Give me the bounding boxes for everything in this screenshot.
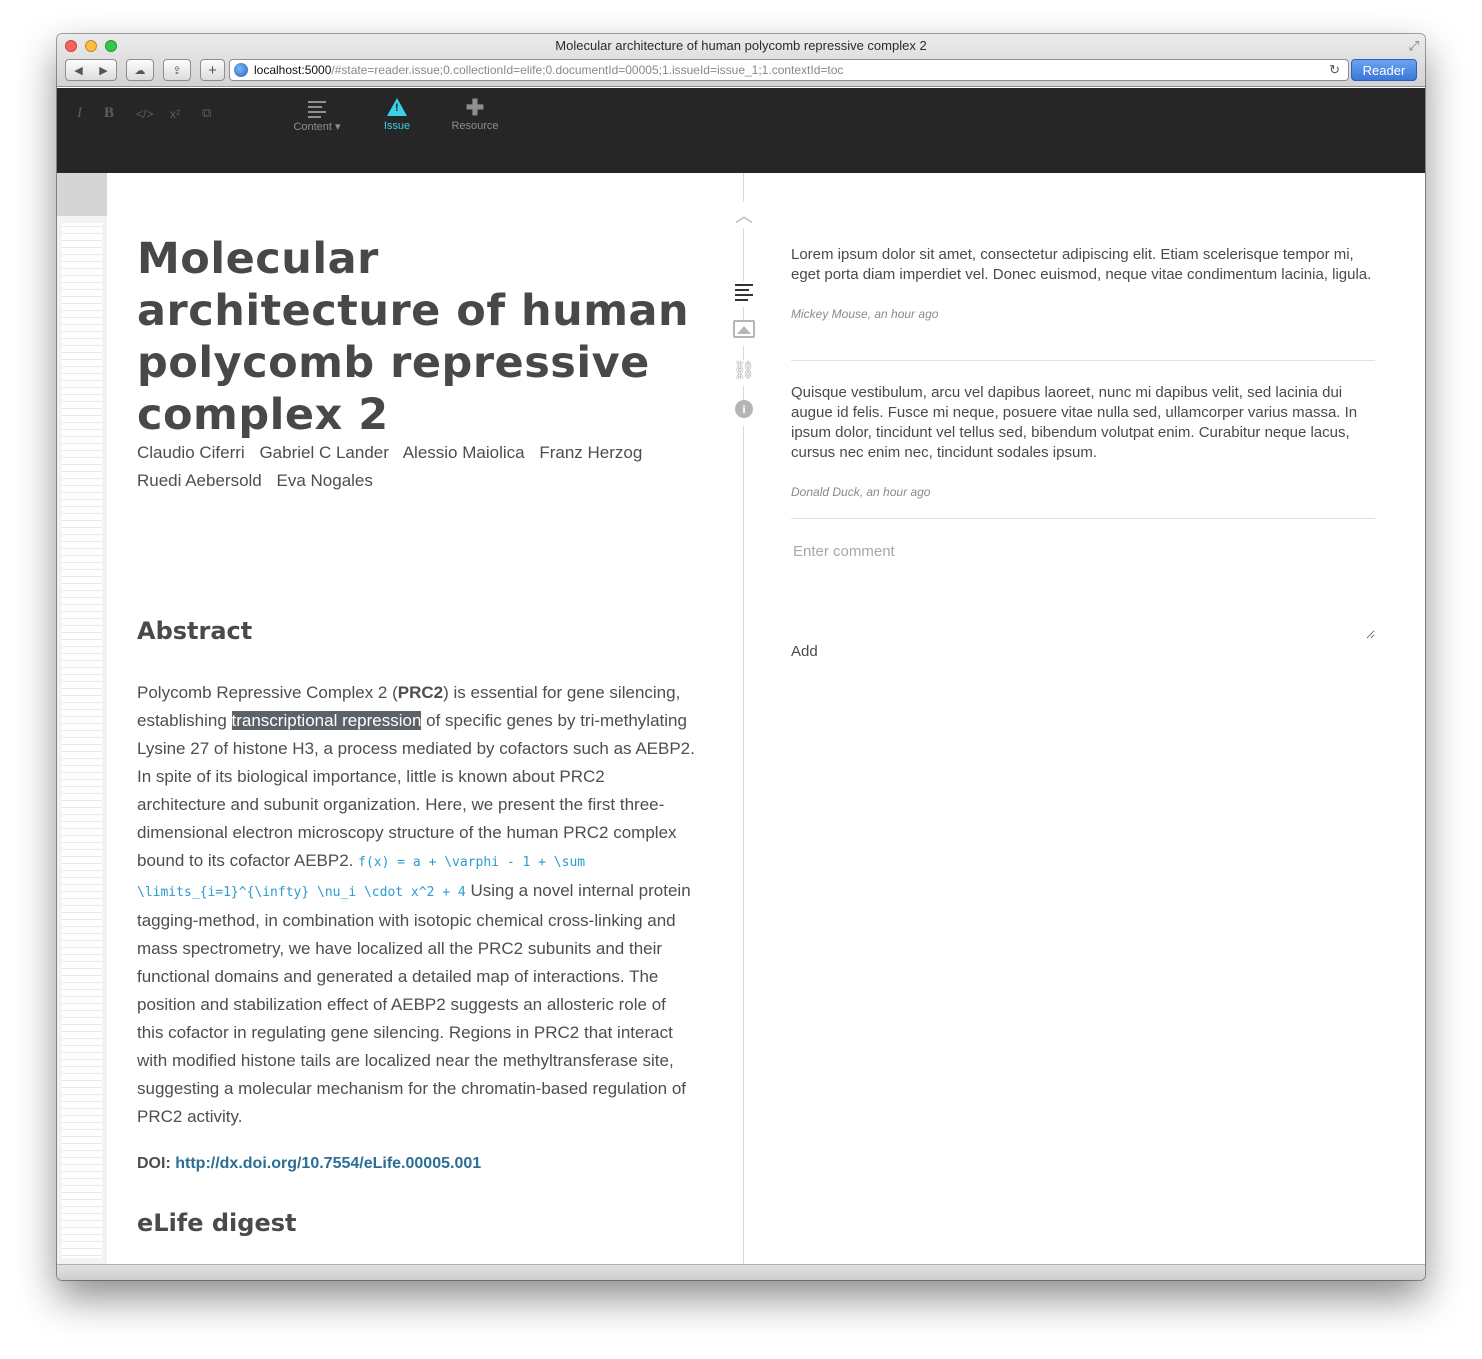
content-lines-icon <box>282 98 352 118</box>
abstract-paragraph[interactable]: Polycomb Repressive Complex 2 (PRC2) is … <box>137 679 697 1131</box>
cloud-icon: ☁ <box>134 64 146 77</box>
chevron-up-icon[interactable]: ︿ <box>729 202 759 228</box>
minimap-lines <box>62 223 102 1258</box>
add-bookmark-button[interactable]: + <box>200 59 225 81</box>
reader-button[interactable]: Reader <box>1351 59 1417 81</box>
author-list: Claudio Ciferri Gabriel C Lander Alessio… <box>137 439 697 495</box>
superscript-button[interactable]: x² <box>170 107 180 121</box>
author[interactable]: Claudio Ciferri <box>137 443 245 462</box>
editor-toolbar: I B </> x² ⧉ Content ▾ ! Issue ✚ Resourc… <box>57 88 1425 173</box>
warning-icon: ! <box>362 98 432 118</box>
share-icon: ⇪ <box>172 64 182 77</box>
window-bottom-bar <box>57 1264 1425 1280</box>
document-title: Molecular architecture of human polycomb… <box>137 234 690 440</box>
url-host: localhost:5000 <box>254 63 332 77</box>
external-link-icon[interactable]: ⧉ <box>202 105 211 121</box>
abstract-text: Using a novel internal protein tagging-m… <box>137 881 691 1126</box>
url-path: /#state=reader.issue;0.collectionId=elif… <box>331 63 844 77</box>
share-button[interactable]: ⇪ <box>163 59 191 81</box>
comment-meta: Mickey Mouse, an hour ago <box>791 307 939 321</box>
browser-chrome: Molecular architecture of human polycomb… <box>57 34 1425 87</box>
plus-icon: ✚ <box>465 95 485 120</box>
doi-label: DOI: <box>137 1155 171 1172</box>
address-bar[interactable]: localhost:5000 /#state=reader.issue;0.co… <box>229 59 1349 81</box>
tool-issue-label: Issue <box>383 120 411 132</box>
link-icon[interactable]: ⛓ <box>729 360 759 386</box>
comments-panel: Lorem ipsum dolor sit amet, consectetur … <box>791 173 1375 1264</box>
comment-meta: Donald Duck, an hour ago <box>791 485 931 499</box>
comment-text: Lorem ipsum dolor sit amet, consectetur … <box>791 246 1372 283</box>
tool-content-label: Content <box>293 121 332 133</box>
code-button[interactable]: </> <box>136 107 153 121</box>
comment: Quisque vestibulum, arcu vel dapibus lao… <box>791 383 1375 519</box>
document-content: Molecular architecture of human polycomb… <box>137 173 707 1264</box>
minimap-viewport[interactable] <box>57 173 107 216</box>
comment-input[interactable] <box>791 539 1375 639</box>
italic-button[interactable]: I <box>77 105 82 122</box>
tool-resource-label: Resource <box>451 120 499 132</box>
author[interactable]: Ruedi Aebersold <box>137 471 262 490</box>
reload-icon[interactable]: ↻ <box>1329 62 1340 78</box>
abstract-heading: Abstract <box>137 617 253 645</box>
digest-heading: eLife digest <box>137 1209 297 1237</box>
abstract-text: Polycomb Repressive Complex 2 ( <box>137 683 398 702</box>
abstract-text: of specific genes by tri-methylating Lys… <box>137 711 695 870</box>
author[interactable]: Gabriel C Lander <box>259 443 388 462</box>
globe-icon <box>234 63 248 77</box>
tool-resource[interactable]: ✚ Resource <box>440 95 510 133</box>
forward-arrow-icon[interactable]: ▶ <box>99 64 107 77</box>
info-icon[interactable]: i <box>729 400 759 426</box>
fullscreen-icon[interactable]: ⤢ <box>1409 38 1419 54</box>
document-minimap[interactable] <box>57 173 107 1264</box>
window-title: Molecular architecture of human polycomb… <box>555 38 927 53</box>
figures-icon[interactable] <box>729 320 759 346</box>
browser-window: Molecular architecture of human polycomb… <box>57 34 1425 1280</box>
back-forward-buttons: ◀ ▶ <box>65 59 117 81</box>
author[interactable]: Eva Nogales <box>277 471 373 490</box>
tool-content[interactable]: Content ▾ <box>282 98 352 133</box>
comment-text: Quisque vestibulum, arcu vel dapibus lao… <box>791 384 1358 461</box>
author[interactable]: Alessio Maiolica <box>403 443 525 462</box>
doi-line: DOI: http://dx.doi.org/10.7554/eLife.000… <box>137 1155 481 1173</box>
tool-issue[interactable]: ! Issue <box>362 98 432 132</box>
comment: Lorem ipsum dolor sit amet, consectetur … <box>791 245 1375 361</box>
icloud-tabs-button[interactable]: ☁ <box>126 59 154 81</box>
toc-icon[interactable] <box>729 281 759 307</box>
doi-link[interactable]: http://dx.doi.org/10.7554/eLife.00005.00… <box>175 1155 481 1172</box>
abstract-bold-text: PRC2 <box>397 683 444 702</box>
plus-icon: + <box>208 61 217 79</box>
author[interactable]: Franz Herzog <box>539 443 642 462</box>
back-arrow-icon[interactable]: ◀ <box>74 64 82 77</box>
selected-text[interactable]: transcriptional repression <box>231 711 422 730</box>
add-comment-button[interactable]: Add <box>791 643 818 660</box>
bold-button[interactable]: B <box>104 105 114 122</box>
